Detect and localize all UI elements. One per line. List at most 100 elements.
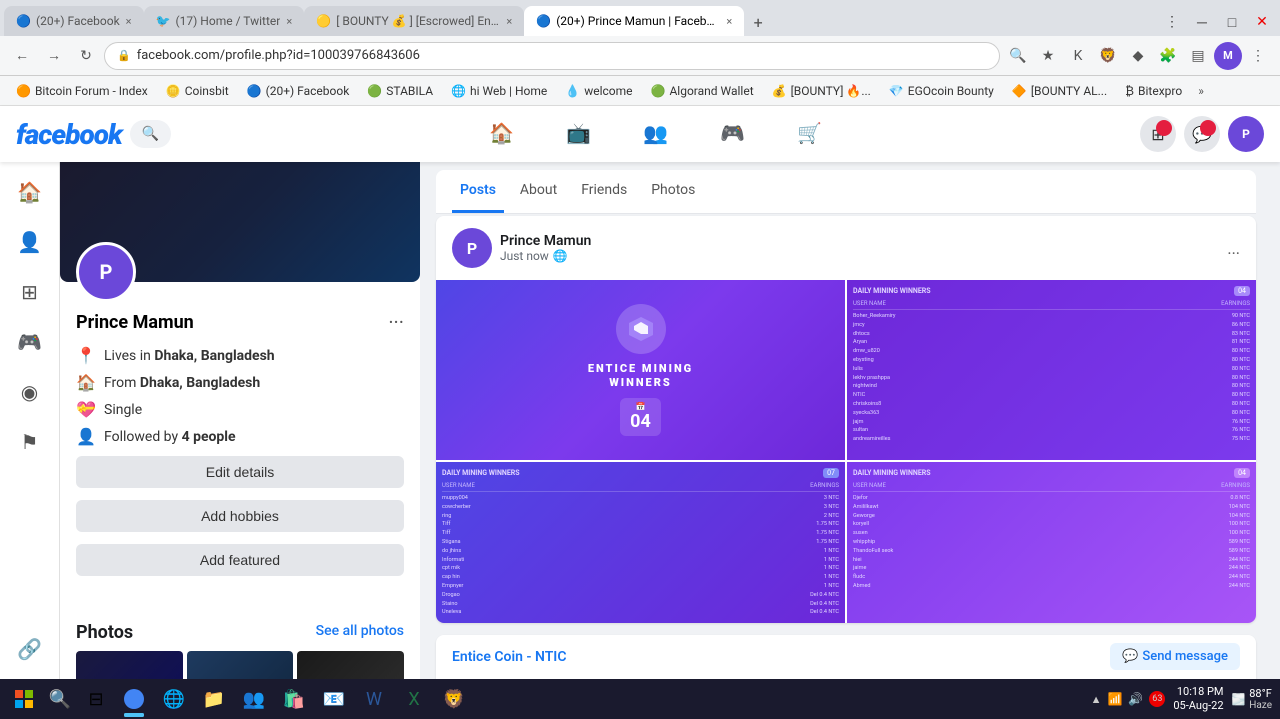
bookmark-bounty2[interactable]: 🔶 [BOUNTY AL... <box>1004 82 1115 100</box>
minimize-button[interactable]: ─ <box>1188 8 1216 36</box>
sidebar-home-icon[interactable]: 🏠 <box>8 170 52 214</box>
taskbar-word[interactable]: W <box>356 681 392 717</box>
bookmark-facebook[interactable]: 🔵 (20+) Facebook <box>239 82 358 100</box>
photo-2[interactable]: FXRUMBLE <box>187 651 294 679</box>
see-all-photos-button[interactable]: See all photos <box>316 623 404 639</box>
back-button[interactable]: ← <box>8 42 36 70</box>
bookmark-label-facebook: (20+) Facebook <box>266 84 350 98</box>
edit-details-button[interactable]: Edit details <box>76 456 404 488</box>
bookmark-coinsbit[interactable]: 🪙 Coinsbit <box>158 82 237 100</box>
send-message-button[interactable]: 💬 Send message <box>1110 643 1240 670</box>
task-view-button[interactable]: ⊟ <box>80 683 112 715</box>
table-rows-1: Boher_Reekamiry90 NTC jmcy86 NTC dhtocs8… <box>853 312 1250 444</box>
add-hobbies-button[interactable]: Add hobbies <box>76 500 404 532</box>
wallet-icon[interactable]: ◆ <box>1124 42 1152 70</box>
photos-tab[interactable]: Photos <box>643 170 703 213</box>
taskbar-store[interactable]: 🛍️ <box>276 681 312 717</box>
search-taskbar-button[interactable]: 🔍 <box>44 685 76 713</box>
profile-options-button[interactable]: ··· <box>388 310 404 334</box>
start-button[interactable] <box>8 683 40 715</box>
tab-list-button[interactable]: ⋮ <box>1158 8 1186 36</box>
bookmarks-more-button[interactable]: » <box>1192 82 1210 100</box>
mining-winners-main-image[interactable]: ENTICE MININGWINNERS 📅 04 <box>436 280 845 460</box>
sidebar-icon[interactable]: ▤ <box>1184 42 1212 70</box>
nav-watch[interactable]: 📺 <box>542 113 615 156</box>
taskbar-teams[interactable]: 👥 <box>236 681 272 717</box>
bookmark-bounty[interactable]: 💰 [BOUNTY] 🔥... <box>764 82 879 100</box>
bookmark-welcome[interactable]: 💧 welcome <box>557 82 640 100</box>
facebook-search[interactable]: 🔍 <box>130 120 171 148</box>
taskbar-weather-info: 88°F Haze <box>1249 687 1272 711</box>
taskbar-brave[interactable]: 🦁 <box>436 681 472 717</box>
taskbar-edge[interactable]: 🌐 <box>156 681 192 717</box>
sidebar-link-icon[interactable]: 🔗 <box>8 627 52 671</box>
username-header: USER NAME <box>853 300 886 307</box>
forward-button[interactable]: → <box>40 42 68 70</box>
post-options-button[interactable]: ... <box>1227 239 1240 258</box>
taskbar-outlook[interactable]: 📧 <box>316 681 352 717</box>
bookmark-stabila[interactable]: 🟢 STABILA <box>359 82 441 100</box>
bookmark-favicon-stabila: 🟢 <box>367 84 382 98</box>
daily-winners-table-3[interactable]: DAILY MINING WINNERS 04 USER NAME EARNIN… <box>847 462 1256 623</box>
posts-tab[interactable]: Posts <box>452 170 504 213</box>
search-icon[interactable]: 🔍 <box>1004 42 1032 70</box>
daily-winners-table-1[interactable]: DAILY MINING WINNERS 04 USER NAME EARNIN… <box>847 280 1256 460</box>
sidebar-grid-icon[interactable]: ⊞ <box>8 270 52 314</box>
add-featured-button[interactable]: Add featured <box>76 544 404 576</box>
sidebar-flag-icon[interactable]: ⚑ <box>8 420 52 464</box>
facebook-header: facebook 🔍 🏠 📺 👥 🎮 🛒 ⊞ 💬 P <box>0 106 1280 162</box>
taskbar-explorer[interactable]: 📁 <box>196 681 232 717</box>
maximize-button[interactable]: □ <box>1218 8 1246 36</box>
new-tab-button[interactable]: + <box>744 8 772 36</box>
bookmark-bitexpro[interactable]: ₿ Bitexpro <box>1117 82 1190 100</box>
entice-page-name[interactable]: Entice Coin - NTIC <box>452 649 567 665</box>
tab-close-fb1[interactable]: × <box>126 15 132 28</box>
brave-icon[interactable]: 🦁 <box>1094 42 1122 70</box>
tab-facebook2[interactable]: 🔵 (20+) Prince Mamun | Facebook × <box>524 6 744 36</box>
bookmark-bitcoin[interactable]: 🟠 Bitcoin Forum - Index <box>8 82 156 100</box>
puzzle-icon[interactable]: 🧩 <box>1154 42 1182 70</box>
extensions-icon[interactable]: K <box>1064 42 1092 70</box>
nav-marketplace[interactable]: 🛒 <box>773 113 846 156</box>
about-tab[interactable]: About <box>512 170 565 213</box>
tab-facebook1[interactable]: 🔵 (20+) Facebook × <box>4 6 144 36</box>
nav-groups[interactable]: 👥 <box>619 113 692 156</box>
facebook-logo[interactable]: facebook <box>16 118 122 151</box>
tab-bounty1[interactable]: 🟡 [ BOUNTY 💰 ] [Escrowed] Enti... × <box>304 6 524 36</box>
taskbar-excel[interactable]: X <box>396 681 432 717</box>
bookmark-favicon-facebook: 🔵 <box>247 84 262 98</box>
friends-tab[interactable]: Friends <box>573 170 635 213</box>
messenger-action-button[interactable]: 💬 <box>1184 116 1220 152</box>
photo-1[interactable] <box>76 651 183 679</box>
daily-winners-table-2[interactable]: DAILY MINING WINNERS 07 USER NAME EARNIN… <box>436 462 845 623</box>
sidebar-games-icon[interactable]: 🎮 <box>8 320 52 364</box>
facebook-sidebar: 🏠 👤 ⊞ 🎮 ◉ ⚑ 🔗 <box>0 162 60 679</box>
up-arrow-icon[interactable]: ▲ <box>1091 693 1102 706</box>
bookmark-label-ego: EGOcoin Bounty <box>908 84 994 98</box>
refresh-button[interactable]: ↻ <box>72 42 100 70</box>
bookmark-algorand[interactable]: 🟢 Algorand Wallet <box>643 82 762 100</box>
profile-icon[interactable]: M <box>1214 42 1242 70</box>
close-button[interactable]: ✕ <box>1248 8 1276 36</box>
right-scrollbar <box>1272 162 1280 679</box>
tab-actions: ⋮ ─ □ ✕ <box>1158 8 1276 36</box>
secure-icon: 🔒 <box>117 49 131 62</box>
menu-button[interactable]: ⋮ <box>1244 42 1272 70</box>
bookmark-icon[interactable]: ★ <box>1034 42 1062 70</box>
photo-3[interactable]: ⚫ <box>297 651 404 679</box>
globe-icon: 🌐 <box>553 249 568 263</box>
tab-close-b1[interactable]: × <box>506 15 512 28</box>
notifications-action-button[interactable]: P <box>1228 116 1264 152</box>
tab-close-fb2[interactable]: × <box>726 15 732 28</box>
sidebar-circle-icon[interactable]: ◉ <box>8 370 52 414</box>
bookmark-hi[interactable]: 🌐 hi Web | Home <box>443 82 555 100</box>
menu-action-button[interactable]: ⊞ <box>1140 116 1176 152</box>
taskbar-chrome[interactable] <box>116 681 152 717</box>
address-bar[interactable]: 🔒 facebook.com/profile.php?id=1000397668… <box>104 42 1000 70</box>
nav-home[interactable]: 🏠 <box>465 113 538 156</box>
tab-twitter[interactable]: 🐦 (17) Home / Twitter × <box>144 6 305 36</box>
nav-gaming[interactable]: 🎮 <box>696 113 769 156</box>
sidebar-profile-icon[interactable]: 👤 <box>8 220 52 264</box>
tab-close-tw[interactable]: × <box>286 15 292 28</box>
bookmark-ego[interactable]: 💎 EGOcoin Bounty <box>881 82 1002 100</box>
